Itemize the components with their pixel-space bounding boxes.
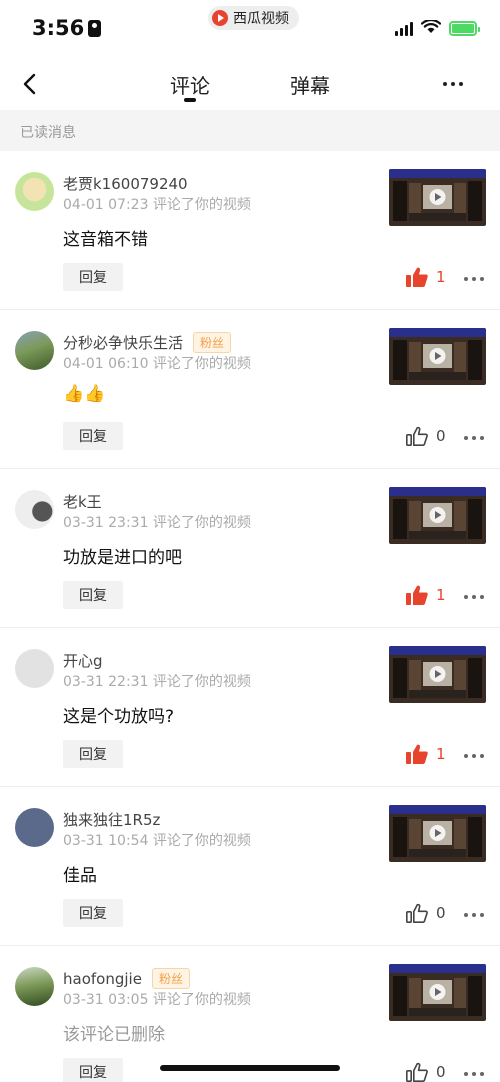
fan-badge: 粉丝 (193, 332, 232, 353)
signal-icon (395, 22, 413, 36)
video-thumbnail[interactable] (389, 964, 486, 1021)
like-button[interactable]: 1 (406, 744, 446, 764)
avatar[interactable] (15, 331, 54, 370)
avatar[interactable] (15, 967, 54, 1006)
comment-item: haofongjie 粉丝 03-31 03:05 评论了你的视频该评论已删除回复 0 (0, 946, 500, 1082)
like-count: 0 (436, 1063, 446, 1081)
more-options-icon[interactable] (464, 436, 484, 440)
avatar[interactable] (15, 490, 54, 529)
id-card-icon (88, 20, 102, 37)
wifi-icon (421, 20, 441, 33)
tab-danmaku[interactable]: 弹幕 (290, 70, 330, 99)
like-count: 1 (436, 586, 446, 604)
reply-button[interactable]: 回复 (63, 1058, 123, 1082)
comment-item: 独来独往1R5z 03-31 10:54 评论了你的视频佳品回复 0 (0, 787, 500, 946)
video-thumbnail[interactable] (389, 646, 486, 703)
thumbs-up-outline-icon (406, 903, 428, 923)
like-button[interactable]: 0 (406, 903, 446, 923)
app-return-pill[interactable]: 西瓜视频 (208, 6, 299, 30)
username[interactable]: haofongjie 粉丝 (63, 968, 190, 989)
like-count: 1 (436, 268, 446, 286)
comment-meta: 04-01 06:10 评论了你的视频 (63, 356, 251, 372)
comment-meta: 04-01 07:23 评论了你的视频 (63, 197, 251, 213)
like-count: 0 (436, 904, 446, 922)
thumbs-up-outline-icon (406, 1062, 428, 1082)
username[interactable]: 开心g (63, 650, 103, 671)
status-time: 3:56 (32, 16, 102, 40)
tab-comments[interactable]: 评论 (170, 70, 210, 99)
comment-text: 这是个功放吗? (63, 707, 175, 727)
reply-button[interactable]: 回复 (63, 263, 123, 291)
username[interactable]: 分秒必争快乐生活 粉丝 (63, 332, 232, 353)
reply-button[interactable]: 回复 (63, 899, 123, 927)
video-thumbnail[interactable] (389, 169, 486, 226)
like-button[interactable]: 0 (406, 1062, 446, 1082)
avatar[interactable] (15, 808, 54, 847)
comment-item: 开心g 03-31 22:31 评论了你的视频这是个功放吗? 回复 1 (0, 628, 500, 787)
video-thumbnail[interactable] (389, 328, 486, 385)
username[interactable]: 老k王 (63, 491, 102, 512)
xigua-logo-icon (212, 10, 228, 26)
more-options-icon[interactable] (464, 913, 484, 917)
thumbs-up-filled-icon (406, 744, 428, 764)
comment-item: 分秒必争快乐生活 粉丝 04-01 06:10 评论了你的视频 👍👍 回复 0 (0, 310, 500, 469)
comment-item: 老k王 03-31 23:31 评论了你的视频功放是进口的吧回复 1 (0, 469, 500, 628)
comment-text: 👍👍 (63, 384, 106, 404)
like-button[interactable]: 1 (406, 267, 446, 287)
battery-charging-icon (449, 21, 480, 36)
reply-button[interactable]: 回复 (63, 422, 123, 450)
comment-text: 佳品 (63, 866, 97, 886)
more-options-icon[interactable] (464, 595, 484, 599)
reply-button[interactable]: 回复 (63, 581, 123, 609)
active-tab-indicator (184, 98, 196, 102)
home-indicator (160, 1065, 340, 1071)
comment-meta: 03-31 03:05 评论了你的视频 (63, 992, 251, 1008)
comment-list: 老贾k160079240 04-01 07:23 评论了你的视频这音箱不错回复 1 分… (0, 151, 500, 1082)
comment-meta: 03-31 23:31 评论了你的视频 (63, 515, 251, 531)
avatar[interactable] (15, 172, 54, 211)
thumbs-up-filled-icon (406, 267, 428, 287)
thumbs-up-outline-icon (406, 426, 428, 446)
like-count: 1 (436, 745, 446, 763)
nav-bar: 评论 弹幕 (0, 58, 500, 110)
app-name: 西瓜视频 (233, 11, 289, 27)
like-button[interactable]: 0 (406, 426, 446, 446)
fan-badge: 粉丝 (151, 968, 190, 989)
comment-item: 老贾k160079240 04-01 07:23 评论了你的视频这音箱不错回复 1 (0, 151, 500, 310)
thumbs-up-filled-icon (406, 585, 428, 605)
username[interactable]: 独来独往1R5z (63, 809, 160, 830)
back-arrow-icon[interactable] (18, 72, 42, 96)
more-options-icon[interactable] (443, 82, 463, 86)
section-header-read: 已读消息 (0, 110, 500, 151)
status-bar: 3:56 西瓜视频 (0, 0, 500, 58)
comment-text: 功放是进口的吧 (63, 548, 182, 568)
more-options-icon[interactable] (464, 754, 484, 758)
like-count: 0 (436, 427, 446, 445)
comment-meta: 03-31 10:54 评论了你的视频 (63, 833, 251, 849)
more-options-icon[interactable] (464, 277, 484, 281)
reply-button[interactable]: 回复 (63, 740, 123, 768)
video-thumbnail[interactable] (389, 487, 486, 544)
avatar[interactable] (15, 649, 54, 688)
comment-text: 该评论已删除 (63, 1025, 165, 1045)
comment-meta: 03-31 22:31 评论了你的视频 (63, 674, 251, 690)
video-thumbnail[interactable] (389, 805, 486, 862)
comment-text: 这音箱不错 (63, 230, 148, 250)
more-options-icon[interactable] (464, 1072, 484, 1076)
like-button[interactable]: 1 (406, 585, 446, 605)
username[interactable]: 老贾k160079240 (63, 173, 188, 194)
